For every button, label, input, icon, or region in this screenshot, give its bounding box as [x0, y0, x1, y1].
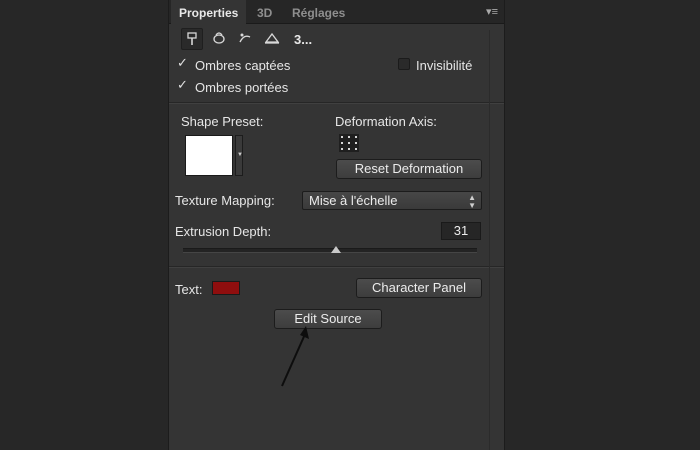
chevron-down-icon: ▼	[237, 152, 243, 158]
tab-properties[interactable]: Properties	[171, 0, 247, 24]
cast-shadows-checkbox[interactable]: ✓	[177, 77, 188, 93]
coordinates-icon[interactable]	[261, 28, 283, 50]
properties-mode-toolbar: 3...	[169, 26, 504, 52]
deformation-axis-grid[interactable]	[339, 134, 359, 152]
invisibility-label: Invisibilité	[416, 58, 473, 73]
shape-preset-thumbnail[interactable]	[185, 135, 233, 176]
cap-icon[interactable]	[235, 28, 257, 50]
invisibility-checkbox[interactable]	[398, 58, 410, 70]
annotation-arrow-icon	[281, 326, 309, 387]
section-divider	[169, 266, 504, 268]
panel-tab-bar: Properties 3D Réglages ▾≡	[169, 0, 504, 24]
tab-3d[interactable]: 3D	[249, 0, 280, 24]
texture-mapping-select[interactable]: Mise à l'échelle ▲ ▼	[302, 191, 482, 210]
extrusion-depth-label: Extrusion Depth:	[175, 224, 272, 239]
select-arrows-icon: ▲ ▼	[468, 193, 476, 210]
deformation-axis-label: Deformation Axis:	[335, 114, 437, 129]
properties-panel: Properties 3D Réglages ▾≡ 3... ✓ Ombres …	[168, 0, 505, 450]
shape-preset-dropdown[interactable]: ▼	[235, 135, 243, 176]
texture-mapping-value: Mise à l'échelle	[309, 193, 398, 208]
panel-scroll-edge	[489, 30, 490, 450]
tab-reglages[interactable]: Réglages	[284, 0, 353, 24]
text-color-swatch[interactable]	[212, 281, 240, 295]
more-modes-label[interactable]: 3...	[294, 32, 312, 47]
cast-shadows-label: Ombres portées	[195, 80, 289, 95]
extrusion-depth-slider-thumb[interactable]	[330, 246, 341, 253]
extrusion-depth-input[interactable]: 31	[441, 222, 481, 240]
deformation-icon[interactable]	[209, 28, 231, 50]
mesh-icon[interactable]	[181, 28, 203, 50]
captured-shadows-label: Ombres captées	[195, 58, 291, 73]
section-divider	[169, 102, 504, 104]
character-panel-button[interactable]: Character Panel	[356, 278, 482, 298]
panel-menu-icon[interactable]: ▾≡	[486, 5, 498, 18]
texture-mapping-label: Texture Mapping:	[175, 193, 275, 208]
reset-deformation-button[interactable]: Reset Deformation	[336, 159, 482, 179]
text-color-label: Text:	[175, 282, 203, 297]
captured-shadows-checkbox[interactable]: ✓	[177, 55, 188, 71]
shape-preset-label: Shape Preset:	[181, 114, 264, 129]
